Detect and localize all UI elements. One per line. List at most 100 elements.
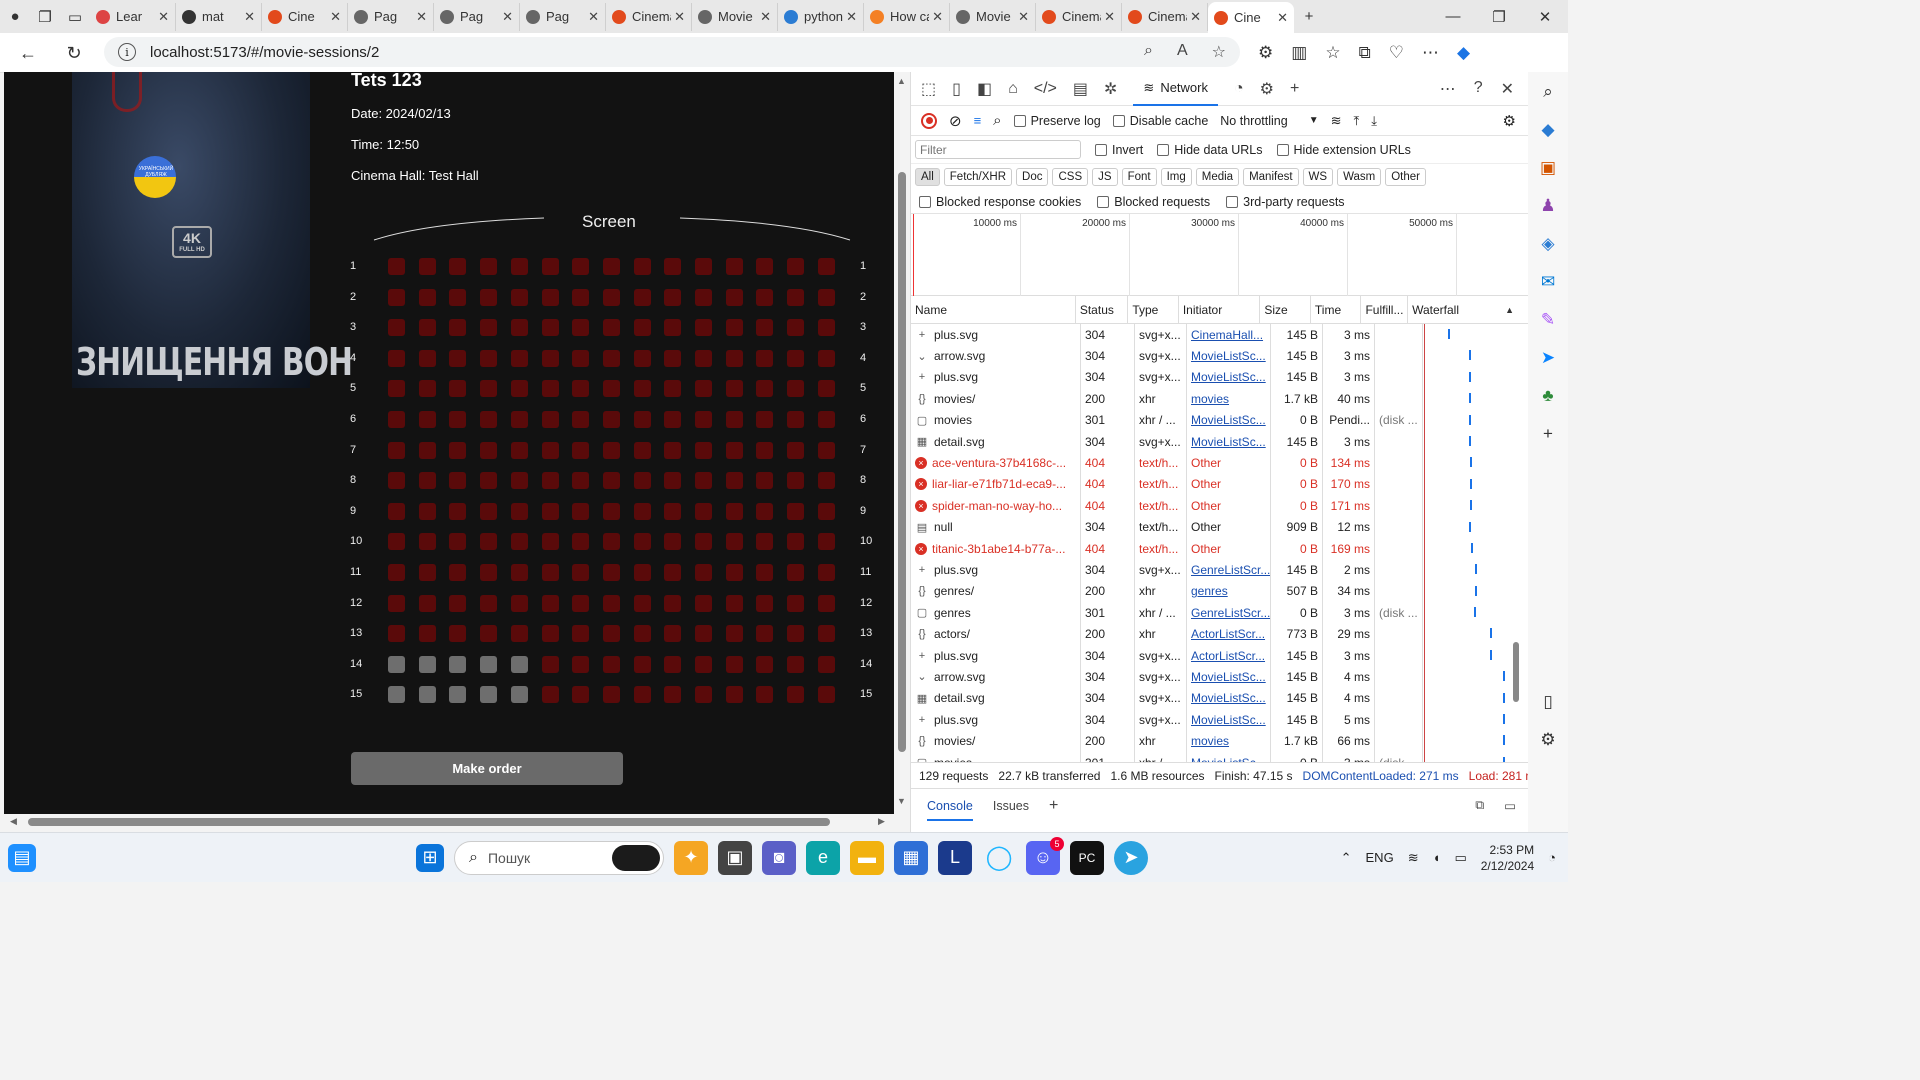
sidebar-games-icon[interactable]: ♟ [1540, 196, 1555, 216]
seat[interactable] [541, 288, 559, 306]
request-row[interactable]: {} movies/200 xhr movies 1.7 kB 66 ms [911, 730, 1528, 752]
close-tab-icon[interactable]: ✕ [1190, 9, 1201, 25]
seat[interactable] [572, 319, 590, 337]
device-toolbar-icon[interactable]: ▯ [952, 79, 961, 99]
seat[interactable] [480, 533, 498, 551]
seat[interactable] [418, 472, 436, 490]
zoom-icon[interactable]: ⌕ [1144, 42, 1153, 62]
seat[interactable] [480, 625, 498, 643]
seat[interactable] [695, 594, 712, 612]
seat[interactable] [633, 564, 651, 581]
request-name-cell[interactable]: + plus.svg [911, 559, 1081, 581]
seat[interactable] [541, 502, 559, 520]
seat[interactable] [664, 288, 682, 306]
seat[interactable] [572, 288, 590, 306]
request-name-cell[interactable]: ▦ detail.svg [911, 430, 1081, 453]
seat[interactable] [418, 564, 436, 581]
seat[interactable] [418, 655, 436, 673]
seat[interactable] [510, 472, 528, 490]
seat[interactable] [602, 472, 620, 490]
seat[interactable] [756, 472, 774, 490]
seat[interactable] [572, 441, 590, 459]
type-filter-js[interactable]: JS [1092, 168, 1118, 186]
seat[interactable] [664, 411, 682, 428]
seat[interactable] [418, 411, 436, 428]
seat[interactable] [695, 686, 712, 704]
sidebar-designer-icon[interactable]: ✎ [1541, 310, 1555, 330]
request-row[interactable]: {} movies/200 xhr movies 1.7 kB 40 ms [911, 388, 1528, 410]
request-initiator[interactable]: CinemaHall... [1187, 324, 1271, 346]
l-app-icon[interactable]: L [938, 840, 972, 875]
dock-drawer-icon[interactable]: ⧉ [1475, 798, 1484, 813]
seat[interactable] [817, 258, 835, 275]
initiator-text[interactable]: movies [1191, 392, 1229, 406]
seat[interactable] [756, 441, 774, 459]
network-conditions-icon[interactable]: ≋ [1331, 113, 1342, 129]
invert-checkbox[interactable]: Invert [1095, 143, 1143, 157]
seat[interactable] [572, 564, 590, 581]
restore-icon[interactable]: ❐ [1476, 0, 1522, 33]
tab-console[interactable]: Console [927, 799, 973, 821]
more-menu-icon[interactable]: ⋯ [1422, 43, 1439, 63]
seat[interactable] [756, 319, 774, 337]
seat[interactable] [695, 258, 712, 275]
seat[interactable] [541, 411, 559, 428]
seat[interactable] [664, 258, 682, 275]
seat[interactable] [787, 533, 805, 551]
seat[interactable] [541, 625, 559, 643]
seat[interactable] [388, 686, 405, 704]
seat[interactable] [449, 533, 467, 551]
table-scroll-thumb[interactable] [1513, 642, 1519, 702]
request-row[interactable]: + plus.svg 304 svg+x... CinemaHall... 145 B3 … [911, 324, 1528, 346]
seat[interactable] [480, 594, 498, 612]
inspect-icon[interactable]: ⬚ [921, 79, 936, 99]
request-name-cell[interactable]: ▢ movies [911, 409, 1081, 431]
seat[interactable] [633, 625, 651, 643]
initiator-text[interactable]: ActorListScr... [1191, 649, 1265, 663]
performance-icon[interactable]: ◔ [1234, 80, 1244, 98]
seat[interactable] [510, 411, 528, 428]
seat[interactable] [633, 380, 651, 398]
close-tab-icon[interactable]: ✕ [760, 9, 771, 25]
column-header-fulfill[interactable]: Fulfill... [1361, 296, 1409, 323]
seat[interactable] [664, 319, 682, 337]
type-filter-wasm[interactable]: Wasm [1337, 168, 1382, 186]
seat[interactable] [541, 380, 559, 398]
seat[interactable] [572, 349, 590, 367]
seat[interactable] [541, 594, 559, 612]
request-row[interactable]: ▢ movies 301 xhr / ... MovieListSc... 0 B Pend… [911, 409, 1528, 431]
type-filter-manifest[interactable]: Manifest [1243, 168, 1299, 186]
refresh-icon[interactable]: ↻ [56, 36, 92, 70]
extensions-icon[interactable]: ⚙ [1258, 43, 1273, 63]
browser-tab[interactable]: How can✕ [864, 2, 950, 31]
seat[interactable] [817, 441, 835, 459]
seat[interactable] [510, 625, 528, 643]
seat[interactable] [756, 288, 774, 306]
type-filter-font[interactable]: Font [1121, 168, 1157, 186]
request-row[interactable]: × liar-liar-e71fb71d-eca9-... 404 text/h...… [911, 473, 1528, 496]
seat[interactable] [787, 655, 805, 673]
add-drawer-tab-icon[interactable]: + [1049, 797, 1058, 815]
tab-actions-icon[interactable]: ▭ [60, 2, 90, 32]
initiator-text[interactable]: movies [1191, 734, 1229, 748]
seat[interactable] [418, 441, 436, 459]
request-name-cell[interactable]: + plus.svg [911, 324, 1081, 346]
sidebar-send-icon[interactable]: ➤ [1541, 348, 1555, 368]
seat[interactable] [756, 411, 774, 428]
request-row[interactable]: {} genres/200 xhr genres 507 B 34 ms [911, 580, 1528, 603]
seat[interactable] [633, 441, 651, 459]
clock[interactable]: 2:53 PM 2/12/2024 [1481, 842, 1534, 874]
filter-funnel-icon[interactable]: ≡ [974, 113, 982, 128]
type-filter-fetchxhr[interactable]: Fetch/XHR [943, 168, 1013, 186]
seat[interactable] [695, 349, 712, 367]
welcome-home-icon[interactable]: ⌂ [1008, 80, 1018, 98]
seat[interactable] [510, 564, 528, 581]
seat[interactable] [602, 380, 620, 398]
seat[interactable] [787, 258, 805, 275]
request-name-cell[interactable]: {} actors/ [911, 623, 1081, 645]
sidebar-settings-icon[interactable]: ⚙ [1540, 730, 1555, 750]
request-initiator[interactable]: MovieListSc... [1187, 366, 1271, 389]
request-name-cell[interactable]: ▢ movies [911, 751, 1081, 762]
browser-tab[interactable]: Pag ✕ [520, 2, 606, 31]
seat[interactable] [388, 288, 405, 306]
